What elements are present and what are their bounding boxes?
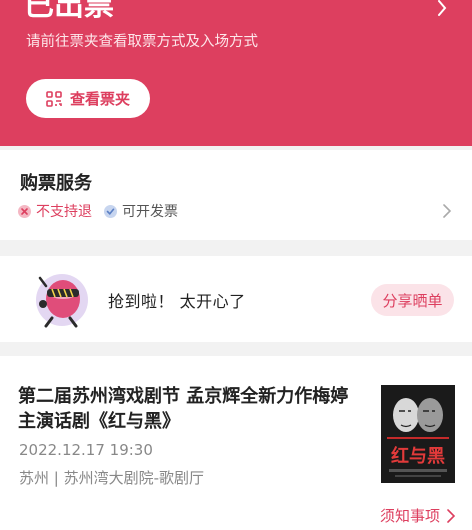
chevron-right-icon[interactable] xyxy=(440,204,454,218)
share-message: 抢到啦！ 太开心了 xyxy=(108,292,246,311)
notice-link[interactable]: 须知事项 xyxy=(380,505,456,526)
show-poster[interactable]: 红与黑 xyxy=(381,385,455,483)
service-tags: 不支持退 可开发票 xyxy=(18,201,190,221)
poster-art-icon xyxy=(381,385,455,483)
show-venue: 苏州 | 苏州湾大剧院-歌剧厅 xyxy=(19,469,205,487)
ticket-status-header: 已出票 请前往票夹查看取票方式及入场方式 查看票夹 xyxy=(0,0,472,146)
chevron-right-icon xyxy=(447,508,456,523)
check-circle-icon xyxy=(104,204,117,218)
view-ticket-wallet-button[interactable]: 查看票夹 xyxy=(26,79,150,118)
purchase-service-card[interactable]: 购票服务 xyxy=(0,150,472,240)
ticket-instructions: 请前往票夹查看取票方式及入场方式 xyxy=(26,34,258,50)
notice-label: 须知事项 xyxy=(379,507,440,525)
show-title: 第二届苏州湾戏剧节 孟京辉全新力作梅婷主演话剧《红与黑》 xyxy=(18,386,349,432)
qr-code-icon xyxy=(46,90,62,107)
chevron-right-icon[interactable] xyxy=(434,0,450,16)
no-refund-tag: 不支持退 xyxy=(18,201,92,221)
poster-title: 红与黑 xyxy=(391,446,445,467)
view-ticket-wallet-label: 查看票夹 xyxy=(69,90,130,108)
show-datetime: 2022.12.17 19:30 xyxy=(19,441,153,459)
ticket-status-title: 已出票 xyxy=(24,0,114,23)
purchase-service-title: 购票服务 xyxy=(20,173,92,194)
no-refund-label: 不支持退 xyxy=(36,204,92,220)
share-order-button[interactable]: 分享晒单 xyxy=(371,284,454,316)
mascot-avatar-icon xyxy=(36,274,88,328)
invoice-tag: 可开发票 xyxy=(104,201,178,221)
invoice-label: 可开发票 xyxy=(122,204,178,220)
x-circle-icon xyxy=(18,204,31,218)
